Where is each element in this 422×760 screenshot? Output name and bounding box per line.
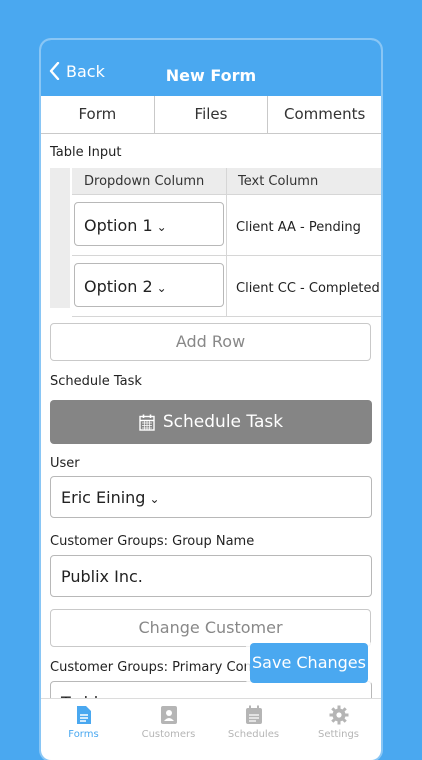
user-value: Eric Eining bbox=[61, 488, 146, 507]
form-content[interactable]: Table Input Dropdown Column Text Column … bbox=[41, 134, 381, 723]
primary-contact-label: Customer Groups: Primary Conta bbox=[50, 660, 265, 675]
user-dropdown[interactable]: Eric Eining ⌄ bbox=[50, 476, 372, 518]
row-text-cell: Client CC - Completed bbox=[236, 281, 380, 296]
chevron-down-icon: ⌄ bbox=[156, 281, 167, 295]
table-header: Dropdown Column Text Column bbox=[72, 168, 381, 195]
table-input-label: Table Input bbox=[50, 145, 122, 160]
page-title: New Form bbox=[165, 66, 257, 85]
tabbar-label: Forms bbox=[68, 729, 99, 740]
group-name-field[interactable]: Publix Inc. bbox=[50, 555, 372, 597]
document-icon bbox=[76, 706, 91, 724]
table-row: Option 1 ⌄ Client AA - Pending bbox=[72, 195, 381, 256]
add-row-button[interactable]: Add Row bbox=[50, 323, 371, 361]
tabbar-label: Schedules bbox=[227, 729, 280, 740]
group-name-label: Customer Groups: Group Name bbox=[50, 534, 255, 549]
user-label: User bbox=[50, 456, 80, 471]
tab-form[interactable]: Form bbox=[41, 96, 155, 133]
contact-card-icon bbox=[160, 706, 177, 724]
column-divider bbox=[226, 256, 227, 316]
save-changes-button[interactable]: Save Changes bbox=[250, 643, 368, 683]
tabbar-item-schedules[interactable]: Schedules bbox=[211, 699, 296, 751]
form-tabs: Form Files Comments bbox=[41, 96, 381, 134]
schedule-task-label: Schedule Task bbox=[50, 374, 142, 389]
bottom-tab-bar: Forms Customers Schedules Settings bbox=[41, 698, 381, 751]
row-dropdown[interactable]: Option 1 ⌄ bbox=[74, 202, 224, 246]
tabbar-label: Settings bbox=[317, 729, 359, 740]
column-header-text: Text Column bbox=[238, 174, 319, 189]
dropdown-value: Option 1 bbox=[84, 216, 153, 235]
table-row: Option 2 ⌄ Client CC - Completed bbox=[72, 256, 381, 317]
app-window: Back New Form Form Files Comments Table … bbox=[41, 40, 381, 760]
table-row-handles bbox=[50, 168, 70, 308]
column-divider bbox=[226, 195, 227, 255]
column-header-dropdown: Dropdown Column bbox=[84, 174, 205, 189]
calendar-icon bbox=[245, 705, 262, 724]
tabbar-label: Customers bbox=[141, 729, 196, 740]
row-dropdown[interactable]: Option 2 ⌄ bbox=[74, 263, 224, 307]
calendar-icon bbox=[139, 414, 155, 431]
group-name-value: Publix Inc. bbox=[61, 567, 143, 586]
column-divider bbox=[226, 168, 227, 194]
schedule-task-button-label: Schedule Task bbox=[162, 412, 284, 432]
tab-files[interactable]: Files bbox=[155, 96, 269, 133]
change-customer-button[interactable]: Change Customer bbox=[50, 609, 371, 647]
dropdown-value: Option 2 bbox=[84, 277, 153, 296]
tabbar-item-customers[interactable]: Customers bbox=[126, 699, 211, 751]
chevron-down-icon: ⌄ bbox=[149, 492, 160, 506]
row-text-cell: Client AA - Pending bbox=[236, 220, 361, 235]
schedule-task-button[interactable]: Schedule Task bbox=[50, 400, 372, 444]
tabbar-item-settings[interactable]: Settings bbox=[296, 699, 381, 751]
chevron-down-icon: ⌄ bbox=[156, 220, 167, 234]
tab-comments[interactable]: Comments bbox=[268, 96, 381, 133]
tabbar-item-forms[interactable]: Forms bbox=[41, 699, 126, 751]
navigation-bar: Back New Form bbox=[41, 40, 381, 96]
gear-icon bbox=[329, 705, 348, 725]
